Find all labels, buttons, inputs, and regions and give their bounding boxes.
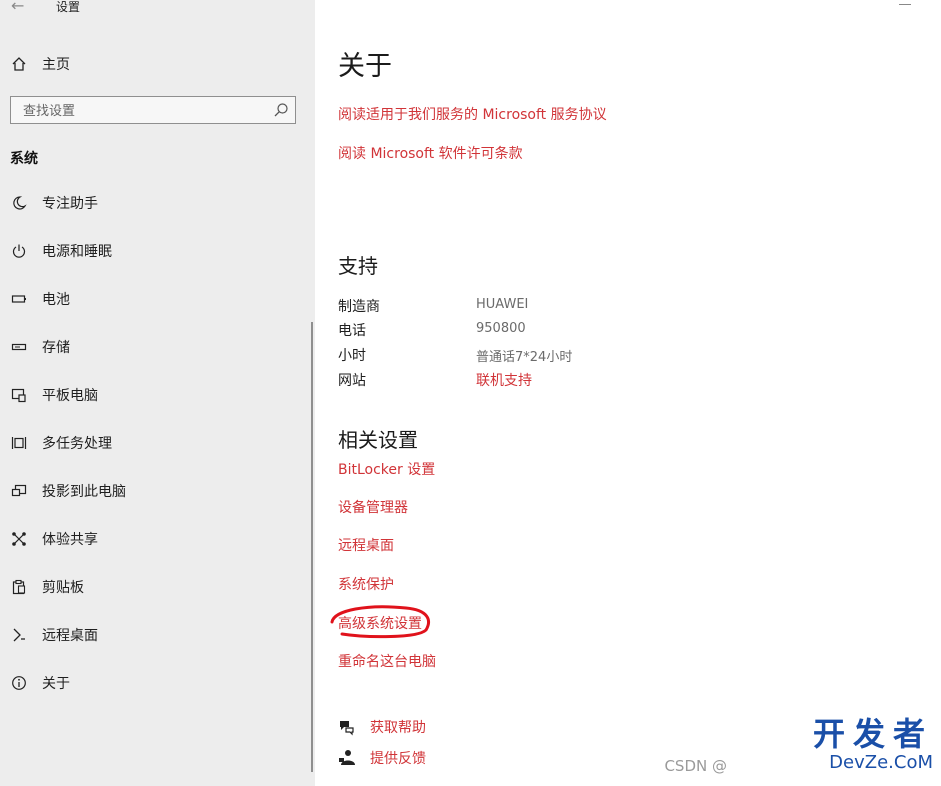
sidebar-item-label: 关于 xyxy=(42,676,70,692)
clipboard-icon xyxy=(10,578,28,596)
sidebar-item-power-sleep[interactable]: 电源和睡眠 xyxy=(10,238,300,264)
sidebar-item-focus-assist[interactable]: 专注助手 xyxy=(10,190,300,216)
sidebar-item-multitasking[interactable]: 多任务处理 xyxy=(10,430,300,456)
battery-icon xyxy=(10,290,28,308)
app-title: 设置 xyxy=(56,0,81,14)
sidebar-item-home[interactable]: 主页 xyxy=(10,52,70,76)
sidebar-item-label: 多任务处理 xyxy=(42,436,112,452)
manufacturer-label: 制造商 xyxy=(338,299,380,315)
sidebar-item-battery[interactable]: 电池 xyxy=(10,286,300,312)
csdn-watermark: CSDN @ xyxy=(664,757,727,775)
phone-value: 950800 xyxy=(476,321,526,336)
home-icon xyxy=(10,55,28,73)
license-terms-link[interactable]: 阅读 Microsoft 软件许可条款 xyxy=(338,143,523,163)
sidebar-item-remote-desktop[interactable]: 远程桌面 xyxy=(10,622,300,648)
bitlocker-settings-link[interactable]: BitLocker 设置 xyxy=(338,459,435,479)
storage-icon xyxy=(10,338,28,356)
support-heading: 支持 xyxy=(338,254,378,278)
moon-icon xyxy=(10,194,28,212)
get-help-row[interactable]: 获取帮助 xyxy=(338,717,426,737)
website-label: 网站 xyxy=(338,373,366,389)
sidebar-item-storage[interactable]: 存储 xyxy=(10,334,300,360)
feedback-row[interactable]: 提供反馈 xyxy=(338,748,426,768)
search-box[interactable] xyxy=(10,96,296,125)
multitask-icon xyxy=(10,434,28,452)
sidebar-item-label: 电池 xyxy=(42,292,70,308)
feedback-link[interactable]: 提供反馈 xyxy=(370,748,426,768)
project-icon xyxy=(10,482,28,500)
sidebar-item-label: 远程桌面 xyxy=(42,628,98,644)
search-icon[interactable] xyxy=(273,102,289,118)
sidebar-item-label: 主页 xyxy=(42,57,70,73)
back-arrow-icon[interactable]: ← xyxy=(11,0,24,15)
sidebar-item-label: 投影到此电脑 xyxy=(42,484,126,500)
rename-pc-link[interactable]: 重命名这台电脑 xyxy=(338,651,436,671)
sidebar-scrollbar[interactable] xyxy=(311,322,313,772)
navigation-pane: ← 设置 主页 系统 专注助手 电源和睡眠 xyxy=(0,0,315,786)
sidebar-item-shared-experiences[interactable]: 体验共享 xyxy=(10,526,300,552)
phone-label: 电话 xyxy=(338,323,366,339)
service-agreement-link[interactable]: 阅读适用于我们服务的 Microsoft 服务协议 xyxy=(338,104,607,124)
minimize-icon[interactable] xyxy=(899,4,911,5)
sidebar-item-tablet[interactable]: 平板电脑 xyxy=(10,382,300,408)
related-settings-heading: 相关设置 xyxy=(338,428,418,452)
system-protection-link[interactable]: 系统保护 xyxy=(338,574,394,594)
tablet-icon xyxy=(10,386,28,404)
page-title: 关于 xyxy=(338,51,392,82)
device-manager-link[interactable]: 设备管理器 xyxy=(338,497,408,517)
manufacturer-value: HUAWEI xyxy=(476,297,529,312)
sidebar-item-label: 专注助手 xyxy=(42,196,98,212)
sidebar-item-label: 体验共享 xyxy=(42,532,98,548)
sidebar-item-project[interactable]: 投影到此电脑 xyxy=(10,478,300,504)
watermark-logo: 开发者 DevZe.CoM xyxy=(813,716,933,774)
feedback-icon xyxy=(338,749,356,767)
online-support-link[interactable]: 联机支持 xyxy=(476,370,532,390)
info-icon xyxy=(10,674,28,692)
section-heading: 系统 xyxy=(10,151,38,167)
get-help-link[interactable]: 获取帮助 xyxy=(370,717,426,737)
content-pane: 关于 阅读适用于我们服务的 Microsoft 服务协议 阅读 Microsof… xyxy=(315,0,941,786)
sidebar-item-clipboard[interactable]: 剪贴板 xyxy=(10,574,300,600)
remote-desktop-link[interactable]: 远程桌面 xyxy=(338,535,394,555)
help-chat-icon xyxy=(338,718,356,736)
watermark-subtitle: DevZe.CoM xyxy=(829,752,933,773)
hours-value: 普通话7*24小时 xyxy=(476,350,573,365)
sidebar-item-label: 平板电脑 xyxy=(42,388,98,404)
share-icon xyxy=(10,530,28,548)
sidebar-item-about[interactable]: 关于 xyxy=(10,670,300,696)
power-icon xyxy=(10,242,28,260)
red-annotation-circle xyxy=(330,605,430,639)
sidebar-item-label: 电源和睡眠 xyxy=(42,244,112,260)
remote-icon xyxy=(10,626,28,644)
sidebar-item-label: 剪贴板 xyxy=(42,580,84,596)
sidebar-item-label: 存储 xyxy=(42,340,70,356)
hours-label: 小时 xyxy=(338,348,366,364)
search-input[interactable] xyxy=(11,97,275,125)
watermark-title: 开发者 xyxy=(812,715,933,753)
